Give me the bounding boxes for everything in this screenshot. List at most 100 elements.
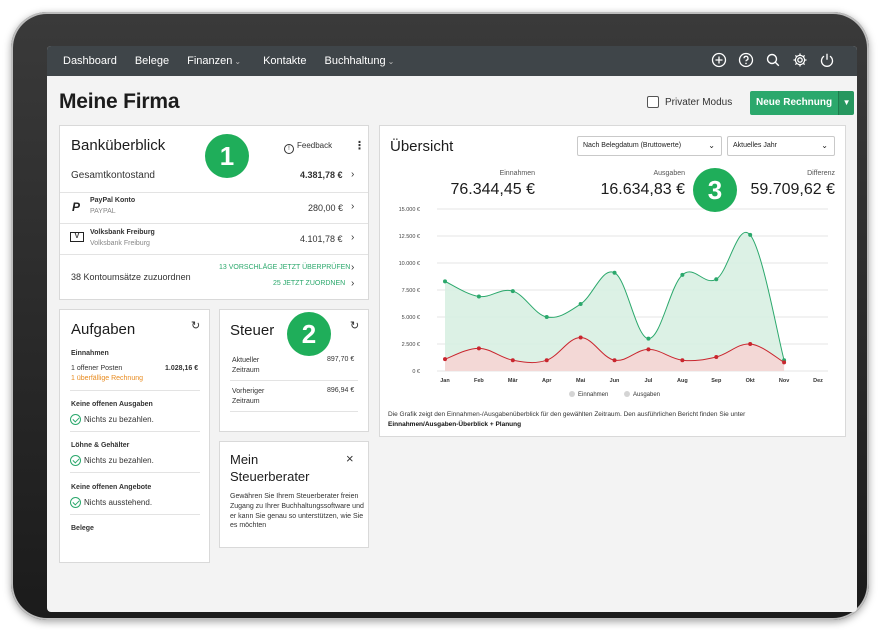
x-tick-label: Mär <box>508 378 519 384</box>
caret-down-icon: ▼ <box>842 98 851 107</box>
help-icon[interactable] <box>738 52 754 68</box>
income-point <box>443 279 447 284</box>
legend-marker <box>569 391 575 397</box>
y-tick-label: 0 € <box>412 369 420 375</box>
callout-badge-1: 1 <box>205 134 249 178</box>
tax-title: Steuer <box>230 322 275 339</box>
chevron-right-icon: › <box>351 262 355 273</box>
nav-finanzen[interactable]: Finanzen ⌄ <box>187 55 241 67</box>
x-tick-label: Nov <box>779 378 790 384</box>
gear-icon[interactable] <box>792 52 808 68</box>
feedback-icon: ! <box>284 144 294 154</box>
close-icon[interactable]: × <box>346 451 354 466</box>
account-name: Volksbank Freiburg <box>90 229 155 236</box>
income-heading: Einnahmen <box>71 350 109 357</box>
nav-belege[interactable]: Belege <box>135 55 169 67</box>
expenses-heading: Keine offenen Ausgaben <box>71 401 153 408</box>
account-balance: 280,00 € <box>308 203 344 213</box>
expense-point <box>476 346 481 351</box>
chevron-right-icon[interactable]: › <box>351 169 354 180</box>
tax-advisor-text: Gewähren Sie Ihrem Steuerberater freien … <box>230 493 364 530</box>
plus-circle-icon[interactable] <box>711 52 727 68</box>
income-point <box>544 315 549 319</box>
open-items-value: 1.028,16 € <box>165 365 199 372</box>
more-options-icon[interactable]: ⋮ <box>354 139 365 152</box>
y-tick-label: 7.500 € <box>402 288 420 294</box>
check-circle-icon <box>70 455 81 466</box>
private-mode-label: Privater Modus <box>665 96 733 108</box>
legend-marker <box>624 391 630 397</box>
refresh-icon[interactable]: ↻ <box>350 319 359 332</box>
legend-label: Einnahmen <box>578 392 608 398</box>
y-tick-label: 2.500 € <box>402 342 420 348</box>
period-select[interactable]: Aktuelles Jahr ⌄ <box>727 136 835 156</box>
receipts-heading: Belege <box>71 525 94 532</box>
legend-label: Ausgaben <box>633 392 660 398</box>
overview-card: Übersicht Nach Belegdatum (Bruttowerte) ⌄… <box>379 125 846 437</box>
chevron-right-icon: › <box>351 278 355 289</box>
chevron-right-icon: › <box>351 201 355 212</box>
check-circle-icon <box>70 497 81 508</box>
private-mode-toggle[interactable]: Privater Modus <box>647 96 732 108</box>
expense-point <box>714 354 719 359</box>
current-period-label: Aktueller Zeitraum <box>232 357 260 374</box>
income-point <box>714 277 719 282</box>
income-point <box>476 294 481 299</box>
expense-point <box>443 357 447 362</box>
income-point <box>680 272 685 277</box>
expense-point <box>510 358 515 363</box>
search-icon[interactable] <box>765 52 781 68</box>
expense-point <box>612 358 617 363</box>
income-label: Einnahmen <box>499 170 535 177</box>
private-mode-checkbox[interactable] <box>647 96 659 108</box>
previous-period-value: 896,94 € <box>327 387 355 394</box>
chart-footnote: Die Grafik zeigt den Einnahmen-/Ausgaben… <box>388 411 746 428</box>
callout-badge-3: 3 <box>693 168 737 212</box>
expense-label: Ausgaben <box>653 170 685 177</box>
offers-heading: Keine offenen Angebote <box>71 484 152 491</box>
account-name: PayPal Konto <box>90 197 136 204</box>
expense-point <box>680 358 685 363</box>
new-invoice-dropdown[interactable]: ▼ <box>838 91 855 115</box>
assign-now-link[interactable]: 25 JETZT ZUORDNEN <box>273 280 345 287</box>
salaries-heading: Löhne & Gehälter <box>71 442 130 449</box>
refresh-icon[interactable]: ↻ <box>191 319 200 332</box>
current-period-value: 897,70 € <box>327 356 355 363</box>
tasks-title: Aufgaben <box>71 321 136 338</box>
app-screen: Dashboard Belege Finanzen ⌄ Kontakte Buch… <box>47 46 857 612</box>
chevron-down-icon: ⌄ <box>387 57 395 66</box>
total-balance-value: 4.381,78 € <box>300 170 343 180</box>
x-tick-label: Jan <box>440 378 450 384</box>
new-invoice-button[interactable]: Neue Rechnung <box>750 91 839 115</box>
income-value: 76.344,45 € <box>450 181 535 198</box>
income-point <box>612 270 617 275</box>
nav-dashboard[interactable]: Dashboard <box>63 55 117 67</box>
bank-overview-title: Banküberblick <box>71 137 166 154</box>
x-tick-label: Okt <box>746 378 755 384</box>
nav-icon-group <box>711 52 835 68</box>
page-title: Meine Firma <box>59 90 180 113</box>
review-suggestions-link[interactable]: 13 VORSCHLÄGE JETZT ÜBERPRÜFEN <box>219 264 350 271</box>
offers-status: Nichts ausstehend. <box>70 497 152 508</box>
paypal-icon: P <box>72 200 81 214</box>
x-tick-label: Feb <box>474 378 484 384</box>
chevron-down-icon: ⌄ <box>234 57 242 66</box>
nav-kontakte[interactable]: Kontakte <box>263 55 306 67</box>
expense-point <box>782 360 787 365</box>
feedback-button[interactable]: ! Feedback <box>284 141 332 154</box>
new-invoice-button-group: Neue Rechnung ▼ <box>750 91 855 115</box>
x-tick-label: Mai <box>576 378 586 384</box>
nav-buchhaltung[interactable]: Buchhaltung ⌄ <box>324 55 394 67</box>
open-items-label: 1 offener Posten <box>71 365 123 372</box>
overdue-invoice-link[interactable]: 1 überfällige Rechnung <box>71 375 143 382</box>
total-balance-label: Gesamtkontostand <box>71 170 155 181</box>
callout-badge-2: 2 <box>287 312 331 356</box>
expense-value: 16.634,83 € <box>600 181 685 198</box>
date-basis-select[interactable]: Nach Belegdatum (Bruttowerte) ⌄ <box>577 136 722 156</box>
top-navigation: Dashboard Belege Finanzen ⌄ Kontakte Buch… <box>47 46 857 76</box>
x-tick-label: Dez <box>813 378 823 384</box>
y-tick-label: 15.000 € <box>399 207 420 213</box>
power-icon[interactable] <box>819 52 835 68</box>
previous-period-label: Vorheriger Zeitraum <box>232 388 265 405</box>
report-link[interactable]: Einnahmen/Ausgaben-Überblick + Planung <box>388 421 521 428</box>
